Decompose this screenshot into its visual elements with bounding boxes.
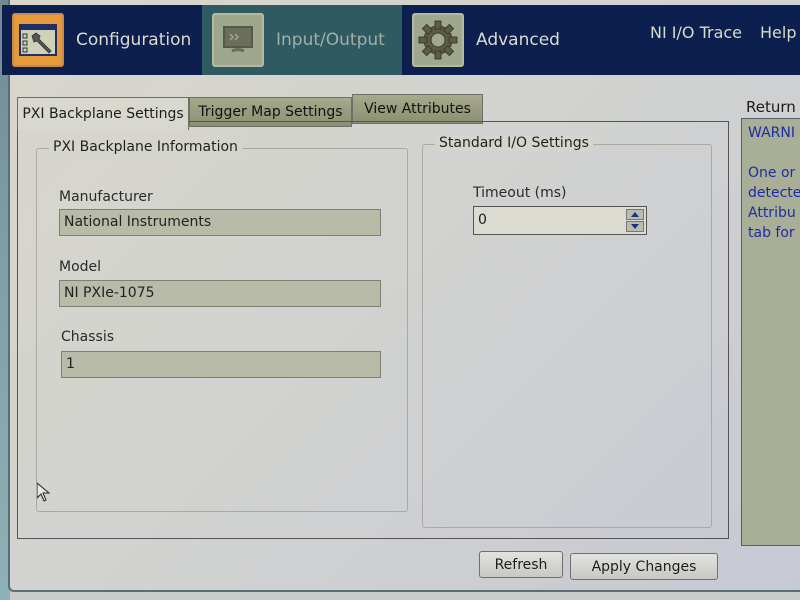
- arrow-up-icon: [631, 212, 639, 217]
- timeout-label: Timeout (ms): [473, 185, 567, 201]
- standard-io-settings-group: Standard I/O Settings Timeout (ms) 0: [422, 135, 712, 528]
- ni-io-trace-link[interactable]: NI I/O Trace: [650, 23, 742, 42]
- tab-pxi-backplane-settings[interactable]: PXI Backplane Settings: [17, 97, 189, 130]
- group-title: Standard I/O Settings: [435, 135, 593, 151]
- increment-button[interactable]: [626, 209, 644, 220]
- nav-configuration-label: Configuration: [76, 30, 192, 50]
- group-title: PXI Backplane Information: [49, 139, 242, 155]
- return-line: WARNI: [748, 125, 795, 141]
- return-line: One or: [748, 165, 796, 181]
- wrench-window-icon: [12, 13, 64, 67]
- chassis-label: Chassis: [61, 329, 114, 345]
- arrow-down-icon: [631, 224, 639, 229]
- timeout-spinner: [626, 209, 644, 232]
- nav-advanced-label: Advanced: [476, 30, 560, 50]
- nav-configuration[interactable]: Configuration: [2, 5, 202, 75]
- return-message-box: WARNI One or detecte Attribu tab for: [741, 118, 800, 546]
- nav-input-output-label: Input/Output: [276, 30, 385, 50]
- refresh-button[interactable]: Refresh: [479, 551, 563, 578]
- timeout-input[interactable]: 0: [473, 206, 647, 235]
- tab-view-attributes[interactable]: View Attributes: [352, 94, 483, 124]
- decrement-button[interactable]: [626, 221, 644, 232]
- help-link[interactable]: Help: [760, 23, 796, 42]
- manufacturer-field: National Instruments: [59, 209, 381, 236]
- model-label: Model: [59, 259, 102, 275]
- return-line: Attribu: [748, 205, 796, 221]
- gear-icon: [412, 13, 464, 67]
- chassis-field: 1: [61, 351, 381, 378]
- return-label: Return: [746, 98, 796, 116]
- monitor-icon: [212, 13, 264, 67]
- manufacturer-label: Manufacturer: [59, 189, 153, 205]
- nav-advanced[interactable]: Advanced: [402, 5, 622, 75]
- nav-input-output[interactable]: Input/Output: [202, 5, 402, 75]
- return-line: detecte: [748, 185, 800, 201]
- apply-changes-button[interactable]: Apply Changes: [570, 553, 718, 580]
- pxi-backplane-information-group: PXI Backplane Information Manufacturer N…: [36, 139, 408, 512]
- tab-panel: PXI Backplane Information Manufacturer N…: [17, 121, 729, 539]
- timeout-value: 0: [478, 212, 487, 228]
- return-line: tab for: [748, 225, 795, 241]
- model-field: NI PXIe-1075: [59, 280, 381, 307]
- top-navbar: Configuration Input/Output Advanced NI I…: [2, 5, 800, 75]
- return-line: [748, 143, 800, 163]
